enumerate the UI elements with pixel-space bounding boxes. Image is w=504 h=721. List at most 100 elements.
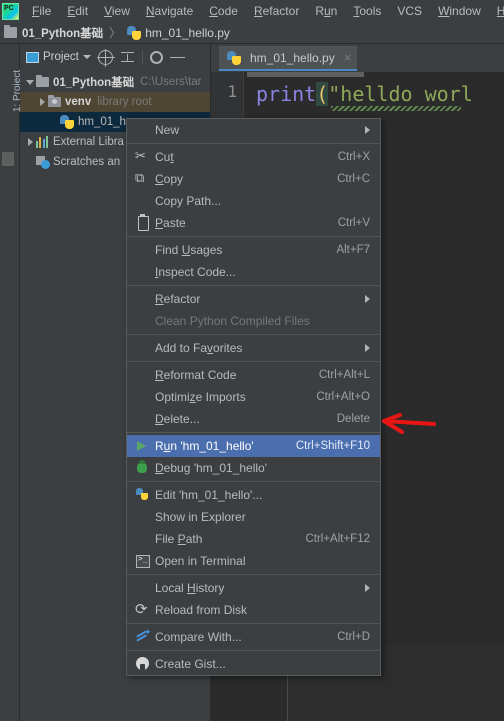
- code-line: print("helldo worl: [256, 82, 473, 106]
- menu-item-label: Run 'hm_01_hello': [155, 439, 254, 453]
- menu-item-label: Cut: [155, 150, 174, 164]
- menu-item-debug-hm-01-hello[interactable]: Debug 'hm_01_hello': [127, 457, 380, 479]
- close-icon[interactable]: ×: [344, 50, 352, 65]
- minimize-icon[interactable]: [169, 50, 185, 65]
- menu-item-shortcut: Ctrl+Alt+L: [318, 369, 370, 381]
- venv-folder-icon: [48, 95, 61, 107]
- menu-item-create-gist[interactable]: Create Gist...: [127, 653, 380, 675]
- project-panel-title: Project: [43, 51, 79, 63]
- menu-bar: FileEditViewNavigateCodeRefactorRunTools…: [0, 0, 504, 22]
- breadcrumb-file[interactable]: hm_01_hello.py: [145, 26, 230, 40]
- locate-icon[interactable]: [96, 48, 115, 67]
- menu-item-icon-slot: [133, 122, 151, 138]
- python-file-icon: [127, 25, 142, 40]
- menu-item-local-history[interactable]: Local History: [127, 577, 380, 599]
- menu-separator: [127, 574, 380, 575]
- menu-item-file-path[interactable]: File Path Ctrl+Alt+F12: [127, 528, 380, 550]
- menu-item-label: File Path: [155, 532, 203, 546]
- menu-item-label: Compare With...: [155, 630, 242, 644]
- menu-item-copy-path[interactable]: Copy Path...: [127, 190, 380, 212]
- menubar-item-tools[interactable]: Tools: [345, 2, 389, 20]
- menu-item-label: Edit 'hm_01_hello'...: [155, 488, 263, 502]
- python-icon: [133, 487, 151, 503]
- menu-item-compare-with[interactable]: ✦ Compare With... Ctrl+D: [127, 626, 380, 648]
- gear-icon[interactable]: [149, 50, 163, 64]
- menu-item-icon-slot: [133, 264, 151, 280]
- folder-icon: [4, 25, 17, 38]
- menubar-item-code[interactable]: Code: [201, 2, 246, 20]
- menu-item-copy[interactable]: Copy Ctrl+C: [127, 168, 380, 190]
- menu-item-reload-from-disk[interactable]: Reload from Disk: [127, 599, 380, 621]
- tree-label: Scratches an: [53, 156, 121, 168]
- menu-separator: [127, 236, 380, 237]
- horizontal-scrollbar-thumb[interactable]: [247, 72, 364, 77]
- menubar-item-view[interactable]: View: [96, 2, 138, 20]
- scrollbar-thumb[interactable]: [2, 152, 14, 166]
- menubar-item-edit[interactable]: Edit: [59, 2, 96, 20]
- context-menu[interactable]: New Cut Ctrl+X Copy Ctrl+C Copy Path... Paste C…: [126, 118, 381, 676]
- tree-label: hm_01_he: [78, 116, 133, 128]
- menu-item-add-to-favorites[interactable]: Add to Favorites: [127, 337, 380, 359]
- menu-item-refactor[interactable]: Refactor: [127, 288, 380, 310]
- menu-item-label: Inspect Code...: [155, 265, 236, 279]
- menu-item-shortcut: Ctrl+Alt+O: [316, 391, 370, 403]
- libraries-icon: [36, 136, 49, 148]
- menu-item-clean-python-compiled-files: Clean Python Compiled Files: [127, 310, 380, 332]
- menubar-item-refactor[interactable]: Refactor: [246, 2, 307, 20]
- tree-row-project[interactable]: 01_Python基础 C:\Users\tar: [20, 72, 210, 92]
- menu-item-optimize-imports[interactable]: Optimize Imports Ctrl+Alt+O: [127, 386, 380, 408]
- terminal-icon: [133, 553, 151, 569]
- debug-icon: [133, 460, 151, 476]
- menu-item-label: Create Gist...: [155, 657, 226, 671]
- menubar-item-navigate[interactable]: Navigate: [138, 2, 201, 20]
- menubar-item-file[interactable]: File: [24, 2, 59, 20]
- menu-separator: [127, 143, 380, 144]
- tree-label: External Libra: [53, 136, 124, 148]
- menu-item-shortcut: Alt+F7: [336, 244, 370, 256]
- menu-item-shortcut: Ctrl+Alt+F12: [305, 533, 370, 545]
- menubar-item-vcs[interactable]: VCS: [389, 2, 430, 20]
- menubar-item-help[interactable]: Help: [489, 2, 504, 20]
- tree-row-venv[interactable]: venv library root: [20, 92, 210, 112]
- menu-item-label: Copy Path...: [155, 194, 222, 208]
- menu-item-cut[interactable]: Cut Ctrl+X: [127, 146, 380, 168]
- editor-tab-hm-01-hello[interactable]: hm_01_hello.py ×: [219, 46, 358, 71]
- menu-item-delete[interactable]: Delete... Delete: [127, 408, 380, 430]
- expand-arrow-icon[interactable]: [36, 98, 48, 106]
- menu-item-paste[interactable]: Paste Ctrl+V: [127, 212, 380, 234]
- menu-item-label: Reload from Disk: [155, 603, 248, 617]
- menu-item-shortcut: Ctrl+D: [337, 631, 370, 643]
- menu-item-open-in-terminal[interactable]: Open in Terminal: [127, 550, 380, 572]
- breadcrumb-project[interactable]: 01_Python基础: [22, 25, 103, 41]
- menu-item-label: New: [155, 123, 180, 137]
- menu-item-shortcut: Ctrl+C: [337, 173, 370, 185]
- menubar-item-window[interactable]: Window: [430, 2, 489, 20]
- chevron-right-icon: [365, 344, 370, 352]
- chevron-right-icon: [365, 584, 370, 592]
- menu-item-shortcut: Delete: [336, 413, 370, 425]
- menu-item-icon-slot: [133, 509, 151, 525]
- editor-tab-label: hm_01_hello.py: [250, 50, 335, 65]
- collapse-all-icon[interactable]: [120, 50, 135, 65]
- expand-arrow-icon[interactable]: [24, 79, 36, 85]
- red-arrow-annotation: [382, 413, 436, 434]
- menu-item-icon-slot: [133, 580, 151, 596]
- paste-icon: [133, 214, 151, 231]
- cut-icon: [133, 148, 151, 165]
- project-view-selector[interactable]: Project: [26, 51, 91, 63]
- menubar-item-run[interactable]: Run: [307, 2, 345, 20]
- line-number: 1: [227, 82, 237, 101]
- menu-item-reformat-code[interactable]: Reformat Code Ctrl+Alt+L: [127, 364, 380, 386]
- menu-separator: [127, 623, 380, 624]
- code-function: print: [256, 82, 317, 106]
- menu-item-run-hm-01-hello[interactable]: Run 'hm_01_hello' Ctrl+Shift+F10: [127, 435, 380, 457]
- menu-item-label: Show in Explorer: [155, 510, 246, 524]
- menu-item-find-usages[interactable]: Find Usages Alt+F7: [127, 239, 380, 261]
- expand-arrow-icon[interactable]: [24, 138, 36, 146]
- menu-item-show-in-explorer[interactable]: Show in Explorer: [127, 506, 380, 528]
- menu-item-inspect-code[interactable]: Inspect Code...: [127, 261, 380, 283]
- menu-item-new[interactable]: New: [127, 119, 380, 141]
- menu-item-edit-hm-01-hello[interactable]: Edit 'hm_01_hello'...: [127, 484, 380, 506]
- menu-separator: [127, 361, 380, 362]
- editor-tabs-bar: hm_01_hello.py ×: [211, 44, 504, 72]
